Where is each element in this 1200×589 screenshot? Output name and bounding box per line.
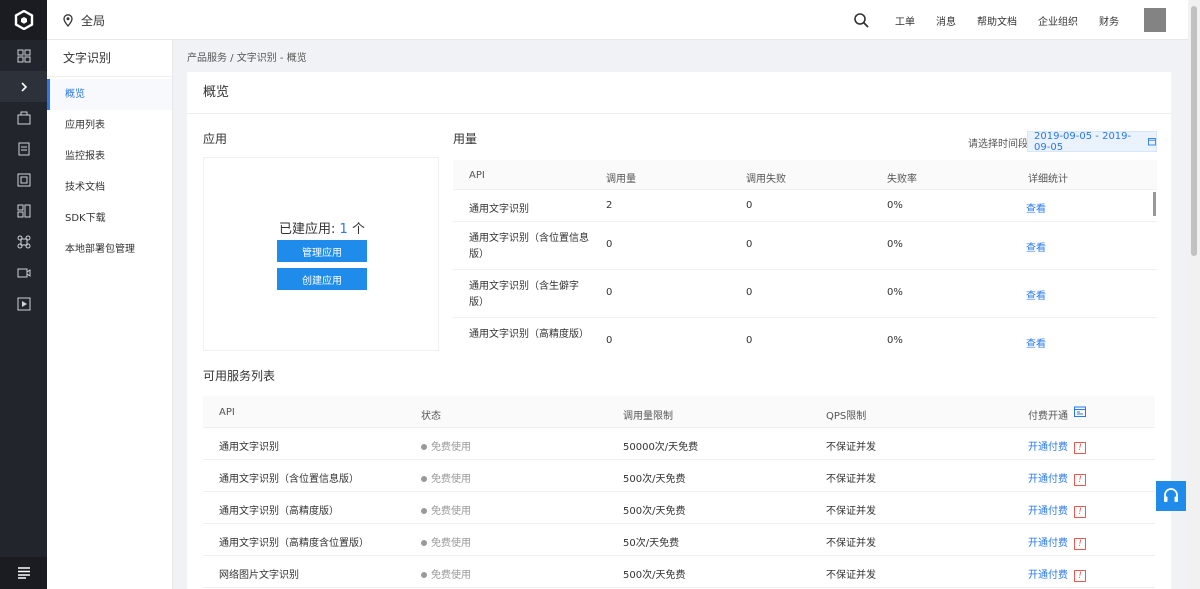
- video-icon[interactable]: [0, 257, 47, 288]
- sidebar-item-sdk-download[interactable]: SDK下载: [47, 203, 172, 234]
- table-row: 通用文字识别（高精度含位置版） 免费使用 50次/天免费 不保证并发 开通付费!: [203, 524, 1155, 556]
- breadcrumb[interactable]: 产品服务 / 文字识别 - 概览: [187, 49, 307, 64]
- nav-ticket[interactable]: 工单: [895, 13, 915, 28]
- status-dot-icon: [421, 508, 427, 514]
- sidebar-item-tech-docs[interactable]: 技术文档: [47, 172, 172, 203]
- view-details-link[interactable]: 查看: [1026, 335, 1046, 350]
- table-row: 通用文字识别（高精度版） 免费使用 500次/天免费 不保证并发 开通付费!: [203, 492, 1155, 524]
- usage-scrollbar[interactable]: [1153, 192, 1156, 216]
- grid-icon[interactable]: [0, 164, 47, 195]
- calendar-icon[interactable]: [1074, 406, 1086, 420]
- table-row: 通用文字识别（含位置信息版） 0 0 0% 查看: [453, 222, 1157, 270]
- overview-card: 概览 应用 已建应用: 1 个 管理应用 创建应用 用量 请选择时间段 2019…: [187, 72, 1171, 589]
- search-icon[interactable]: [854, 12, 869, 28]
- warning-icon[interactable]: !: [1074, 474, 1086, 486]
- top-nav: 工单 消息 帮助文档 企业组织 财务: [854, 0, 1166, 40]
- product-icon[interactable]: [0, 102, 47, 133]
- status-badge: 免费使用: [421, 470, 471, 485]
- warning-icon[interactable]: !: [1074, 506, 1086, 518]
- create-app-button[interactable]: 创建应用: [277, 268, 367, 290]
- manage-app-button[interactable]: 管理应用: [277, 240, 367, 262]
- page-title: 概览: [187, 72, 1171, 114]
- date-range-picker[interactable]: 2019-09-05 - 2019-09-05: [1027, 130, 1157, 153]
- table-row: 通用文字识别 2 0 0% 查看: [453, 190, 1157, 222]
- warning-icon[interactable]: !: [1074, 442, 1086, 454]
- status-badge: 免费使用: [421, 502, 471, 517]
- col-paid: 付费开通: [1028, 411, 1068, 422]
- nav-organization[interactable]: 企业组织: [1038, 13, 1078, 28]
- sidebar-title: 文字识别: [47, 40, 172, 77]
- nav-help-docs[interactable]: 帮助文档: [977, 13, 1017, 28]
- usage-table-header: API 调用量 调用失败 失败率 详细统计: [453, 160, 1157, 190]
- view-details-link[interactable]: 查看: [1026, 200, 1046, 215]
- play-icon[interactable]: [0, 288, 47, 319]
- col-details: 详细统计: [1028, 174, 1068, 185]
- enable-paid-link[interactable]: 开通付费: [1028, 570, 1068, 581]
- logo-icon[interactable]: [0, 0, 47, 40]
- region-selector[interactable]: 全局: [63, 12, 105, 29]
- avatar[interactable]: [1144, 8, 1166, 32]
- sidebar-item-app-list[interactable]: 应用列表: [47, 110, 172, 141]
- customer-service-button[interactable]: [1156, 481, 1186, 511]
- table-row: 通用文字识别（含位置信息版） 免费使用 500次/天免费 不保证并发 开通付费!: [203, 460, 1155, 492]
- app-summary-box: 已建应用: 1 个 管理应用 创建应用: [203, 157, 439, 351]
- menu-icon[interactable]: [0, 557, 47, 589]
- col-api: API: [219, 407, 235, 418]
- region-label: 全局: [81, 14, 106, 28]
- col-fail-rate: 失败率: [887, 174, 917, 185]
- expand-chevron-icon[interactable]: [0, 71, 47, 102]
- date-range-value: 2019-09-05 - 2019-09-05: [1034, 130, 1132, 153]
- warning-icon[interactable]: !: [1074, 538, 1086, 550]
- col-qps-limit: QPS限制: [826, 411, 867, 422]
- status-dot-icon: [421, 572, 427, 578]
- col-status: 状态: [421, 411, 441, 422]
- status-dot-icon: [421, 540, 427, 546]
- headset-icon: [1164, 488, 1178, 502]
- col-calls: 调用量: [606, 174, 636, 185]
- enable-paid-link[interactable]: 开通付费: [1028, 506, 1068, 517]
- date-range-label: 请选择时间段: [968, 139, 1028, 150]
- sidebar-item-monitoring[interactable]: 监控报表: [47, 141, 172, 172]
- status-dot-icon: [421, 444, 427, 450]
- col-call-limit: 调用量限制: [623, 411, 673, 422]
- services-table-header: API 状态 调用量限制 QPS限制 付费开通: [203, 396, 1155, 428]
- nav-finance[interactable]: 财务: [1099, 13, 1119, 28]
- status-badge: 免费使用: [421, 438, 471, 453]
- enable-paid-link[interactable]: 开通付费: [1028, 474, 1068, 485]
- top-bar: 全局 工单 消息 帮助文档 企业组织 财务: [47, 0, 1188, 40]
- table-row: 通用文字识别（含生僻字版） 0 0 0% 查看: [453, 270, 1157, 318]
- status-badge: 免费使用: [421, 534, 471, 549]
- services-table: API 状态 调用量限制 QPS限制 付费开通 通用文字识别 免费使用 5000…: [203, 396, 1155, 588]
- enable-paid-link[interactable]: 开通付费: [1028, 538, 1068, 549]
- nav-messages[interactable]: 消息: [936, 13, 956, 28]
- status-badge: 免费使用: [421, 566, 471, 581]
- warning-icon[interactable]: !: [1074, 570, 1086, 582]
- calendar-icon: [1148, 138, 1156, 146]
- page-scrollbar[interactable]: [1188, 0, 1200, 589]
- services-section-title: 可用服务列表: [203, 369, 276, 383]
- usage-table: API 调用量 调用失败 失败率 详细统计 通用文字识别 2 0 0% 查看 通…: [453, 160, 1157, 350]
- created-apps-count: 已建应用: 1 个: [279, 222, 365, 237]
- col-failed: 调用失败: [746, 174, 786, 185]
- location-pin-icon: [63, 14, 73, 27]
- app-section-title: 应用: [203, 132, 228, 146]
- view-details-link[interactable]: 查看: [1026, 239, 1046, 254]
- usage-section-title: 用量: [453, 132, 478, 146]
- table-row: 通用文字识别 免费使用 50000次/天免费 不保证并发 开通付费!: [203, 428, 1155, 460]
- table-row: 网络图片文字识别 免费使用 500次/天免费 不保证并发 开通付费!: [203, 556, 1155, 588]
- sidebar-item-overview[interactable]: 概览: [47, 79, 172, 110]
- product-sidebar: 文字识别 概览 应用列表 监控报表 技术文档 SDK下载 本地部署包管理: [47, 40, 173, 589]
- dashboard-icon[interactable]: [0, 40, 47, 71]
- table-row: 通用文字识别（高精度版） 0 0 0% 查看: [453, 318, 1157, 350]
- scrollbar-thumb[interactable]: [1191, 6, 1197, 256]
- apps-icon[interactable]: [0, 195, 47, 226]
- enable-paid-link[interactable]: 开通付费: [1028, 442, 1068, 453]
- col-api: API: [469, 170, 485, 181]
- left-rail: [0, 0, 47, 589]
- status-dot-icon: [421, 476, 427, 482]
- network-icon[interactable]: [0, 226, 47, 257]
- document-icon[interactable]: [0, 133, 47, 164]
- view-details-link[interactable]: 查看: [1026, 287, 1046, 302]
- sidebar-item-local-deploy[interactable]: 本地部署包管理: [47, 234, 172, 265]
